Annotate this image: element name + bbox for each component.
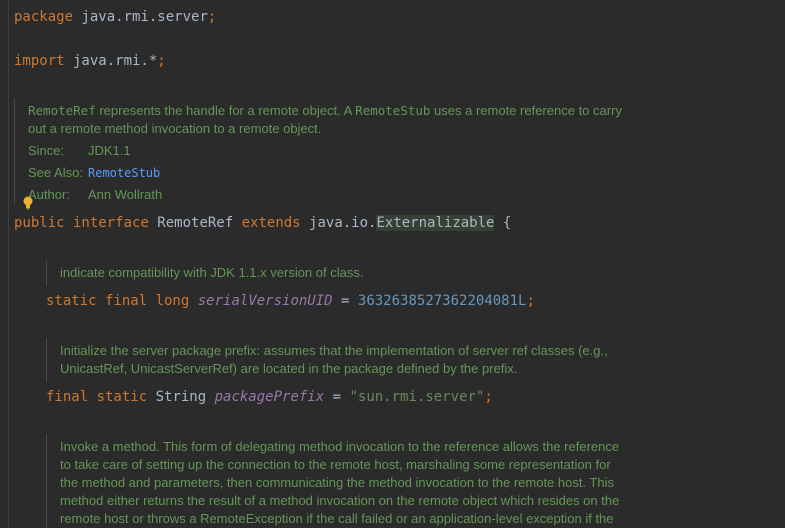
serial-javadoc-text: indicate compatibility with JDK 1.1.x ve… (60, 265, 364, 280)
invoke-javadoc-line1: Invoke a method. This form of delegating… (60, 439, 620, 454)
field-modifiers: static final long (46, 293, 190, 309)
since-value: JDK1.1 (88, 143, 131, 158)
interface-declaration: public interface RemoteRef extends java.… (14, 214, 511, 232)
open-brace: { (494, 215, 512, 231)
invoke-javadoc-line4: method either returns the result of a me… (60, 493, 620, 508)
field-packageprefix: packagePrefix (214, 389, 325, 405)
semicolon: ; (157, 53, 166, 69)
import-statement: import java.rmi.*; (14, 52, 166, 70)
field-string-value: "sun.rmi.server" (349, 389, 485, 405)
javadoc-code-remotestub: RemoteStub (355, 103, 431, 118)
prefix-javadoc-line1: Initialize the server package prefix: as… (60, 343, 608, 358)
invoke-javadoc-line3: the method and parameters, then communic… (60, 475, 615, 490)
javadoc-since: Since: JDK1.1 (28, 142, 131, 160)
editor-gutter-divider (8, 0, 9, 528)
type-package: java.io. (300, 215, 377, 231)
prefix-javadoc-line2: UnicastRef, UnicastServerRef) are locate… (60, 361, 518, 376)
assign-op: = (332, 293, 358, 309)
assign-op: = (324, 389, 350, 405)
invoke-javadoc-line5: remote host or throws a RemoteException … (60, 511, 614, 526)
keyword-public: public (14, 215, 65, 231)
field-type: String (147, 389, 215, 405)
semicolon: ; (526, 293, 535, 309)
see-also-label: See Also: (28, 165, 83, 180)
javadoc-see-also: See Also: RemoteStub (28, 164, 160, 182)
javadoc-text: represents the handle for a remote objec… (95, 103, 356, 118)
keyword-extends: extends (233, 215, 301, 231)
field-modifiers: final static (46, 389, 148, 405)
since-label: Since: (28, 143, 65, 158)
keyword-import: import (14, 53, 65, 69)
javadoc-text: uses a remote reference to carry (430, 103, 622, 118)
interface-name: RemoteRef (148, 215, 234, 231)
author-value: Ann Wollrath (88, 187, 163, 202)
keyword-package: package (14, 9, 74, 25)
field-serialversionuid: serialVersionUID (197, 293, 333, 309)
semicolon: ; (207, 9, 217, 25)
javadoc-code-remoteref: RemoteRef (28, 103, 96, 118)
javadoc-author: Author: Ann Wollrath (28, 186, 162, 204)
semicolon: ; (484, 389, 493, 405)
import-name: java.rmi.* (64, 53, 158, 69)
class-javadoc-line2: out a remote method invocation to a remo… (28, 121, 322, 136)
author-label: Author: (28, 187, 70, 202)
serial-field-declaration: static final long serialVersionUID = 363… (46, 292, 535, 310)
see-also-link[interactable]: RemoteStub (88, 166, 160, 180)
prefix-field-declaration: final static String packagePrefix = "sun… (46, 388, 493, 406)
invoke-javadoc-line2: to take care of setting up the connectio… (60, 457, 611, 472)
lightbulb-icon[interactable] (22, 196, 34, 210)
keyword-interface: interface (64, 215, 149, 231)
package-statement: package java.rmi.server; (14, 8, 216, 26)
package-name: java.rmi.server (73, 9, 208, 25)
type-externalizable[interactable]: Externalizable (376, 215, 495, 231)
class-javadoc-line1: RemoteRef represents the handle for a re… (28, 102, 622, 120)
field-value: 3632638527362204081L (357, 293, 527, 309)
